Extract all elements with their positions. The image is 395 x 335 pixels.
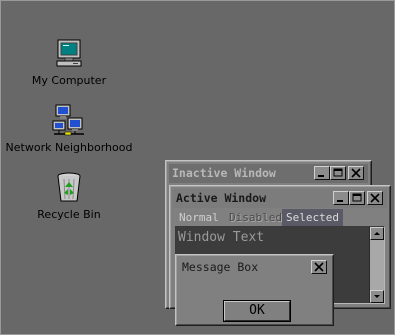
menu-bar: Normal Disabled Selected bbox=[173, 209, 387, 226]
minimize-button[interactable] bbox=[314, 166, 330, 180]
ok-button[interactable]: OK bbox=[223, 300, 291, 322]
inactive-window-titlebar[interactable]: Inactive Window bbox=[169, 164, 368, 183]
desktop-icon-my-computer[interactable]: My Computer bbox=[4, 37, 134, 87]
close-icon bbox=[314, 262, 324, 272]
maximize-icon bbox=[333, 168, 343, 177]
maximize-button[interactable] bbox=[349, 191, 365, 205]
maximize-icon bbox=[352, 193, 362, 202]
arrow-down-icon bbox=[374, 295, 380, 298]
network-neighborhood-icon bbox=[52, 104, 84, 136]
close-button[interactable] bbox=[367, 191, 383, 205]
menu-item-selected[interactable]: Selected bbox=[282, 209, 343, 226]
scroll-down-button[interactable] bbox=[370, 290, 384, 303]
menu-item-disabled: Disabled bbox=[229, 211, 282, 224]
menu-item-normal[interactable]: Normal bbox=[175, 209, 223, 226]
desktop-icon-label: Network Neighborhood bbox=[5, 141, 133, 154]
close-button[interactable] bbox=[311, 260, 327, 274]
my-computer-icon bbox=[56, 39, 82, 67]
message-box[interactable]: Message Box OK bbox=[175, 254, 334, 326]
desktop-icon-network-neighborhood[interactable]: Network Neighborhood bbox=[4, 104, 134, 154]
window-title: Inactive Window bbox=[172, 166, 276, 180]
message-box-title: Message Box bbox=[182, 260, 259, 274]
recycle-bin-icon bbox=[57, 172, 81, 202]
minimize-icon bbox=[318, 175, 324, 177]
message-box-titlebar[interactable]: Message Box bbox=[179, 258, 330, 276]
desktop-icon-label: My Computer bbox=[31, 74, 107, 87]
active-window-titlebar[interactable]: Active Window bbox=[173, 189, 387, 208]
desktop-icon-recycle-bin[interactable]: Recycle Bin bbox=[4, 171, 134, 221]
close-icon bbox=[370, 193, 380, 203]
desktop: My Computer Network Neighborhood Recycle… bbox=[0, 0, 395, 335]
minimize-icon bbox=[337, 200, 343, 202]
ok-button-label: OK bbox=[249, 303, 265, 318]
arrow-up-icon bbox=[374, 232, 380, 235]
close-button[interactable] bbox=[348, 166, 364, 180]
close-icon bbox=[351, 168, 361, 178]
vertical-scrollbar[interactable] bbox=[369, 227, 384, 303]
desktop-icon-label: Recycle Bin bbox=[37, 208, 101, 221]
window-title: Active Window bbox=[176, 191, 267, 205]
maximize-button[interactable] bbox=[330, 166, 346, 180]
minimize-button[interactable] bbox=[333, 191, 349, 205]
window-text: Window Text bbox=[178, 230, 265, 245]
scroll-up-button[interactable] bbox=[370, 227, 384, 240]
